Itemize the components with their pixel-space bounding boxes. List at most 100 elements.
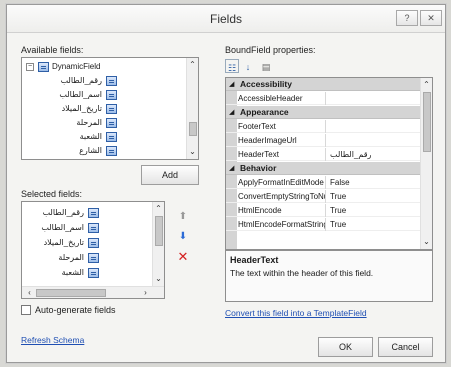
property-name: AccessibleHeader — [238, 92, 326, 105]
available-field-item[interactable]: الشعبة — [22, 130, 182, 144]
field-label: الشارع — [79, 146, 102, 155]
property-name: HeaderText — [238, 148, 326, 161]
field-icon — [106, 90, 117, 100]
field-icon — [88, 223, 99, 233]
field-label: الشعبة — [79, 132, 102, 141]
scroll-down-icon[interactable]: ⌄ — [187, 146, 198, 158]
selected-hscrollbar[interactable]: ‹ › — [22, 286, 164, 298]
property-row[interactable]: FooterText — [226, 120, 420, 133]
available-fields-tree[interactable]: − DynamicField رقم_الطالب اسم_الطالب تاريخ… — [21, 57, 199, 160]
available-scrollbar[interactable]: ⌃ ⌄ — [186, 58, 198, 159]
hscroll-thumb[interactable] — [36, 289, 106, 297]
collapse-arrow-icon[interactable]: ◢ — [229, 106, 234, 119]
collapse-icon[interactable]: − — [26, 63, 34, 71]
property-name: ConvertEmptyStringToNull — [238, 190, 326, 203]
property-row[interactable]: ApplyFormatInEditMode False — [226, 176, 420, 189]
category-name: Appearance — [240, 107, 289, 117]
property-row[interactable]: ConvertEmptyStringToNull True — [226, 190, 420, 203]
property-value[interactable]: False — [330, 176, 350, 189]
scroll-down-icon[interactable]: ⌄ — [153, 273, 164, 285]
available-field-item[interactable]: المرحلة — [22, 116, 182, 130]
scroll-thumb[interactable] — [189, 122, 197, 136]
tree-root-label: DynamicField — [52, 62, 101, 71]
tree-root-item[interactable]: − DynamicField — [22, 60, 182, 74]
scroll-up-icon[interactable]: ⌃ — [187, 59, 198, 71]
move-up-icon[interactable]: ⬆ — [175, 209, 191, 225]
help-button[interactable]: ? — [396, 10, 418, 26]
collapse-arrow-icon[interactable]: ◢ — [229, 162, 234, 175]
field-icon — [106, 104, 117, 114]
description-title: HeaderText — [230, 255, 279, 265]
field-label: تاريخ_الميلاد — [61, 104, 102, 113]
add-button[interactable]: Add — [141, 165, 199, 185]
selected-fields-label: Selected fields: — [21, 189, 83, 199]
available-fields-label: Available fields: — [21, 45, 84, 55]
property-value[interactable]: رقم_الطالب — [330, 148, 371, 161]
property-category[interactable]: ◢ Behavior — [226, 162, 420, 175]
property-description: HeaderText The text within the header of… — [225, 250, 433, 302]
field-label: اسم_الطالب — [59, 90, 102, 99]
scroll-thumb[interactable] — [423, 92, 431, 152]
categorized-icon[interactable]: ☷ — [225, 59, 239, 73]
field-icon — [88, 268, 99, 278]
available-field-item[interactable]: رقم_الطالب — [22, 74, 182, 88]
scroll-right-icon[interactable]: › — [140, 287, 151, 298]
property-pages-icon[interactable]: ▤ — [259, 59, 273, 73]
property-value[interactable]: True — [330, 190, 346, 203]
selected-field-item[interactable]: الشعبة — [22, 266, 150, 280]
move-down-icon[interactable]: ⬇ — [175, 229, 191, 245]
available-field-item[interactable]: تاريخ_الميلاد — [22, 102, 182, 116]
selected-field-item[interactable]: اسم_الطالب — [22, 221, 150, 235]
selected-field-item[interactable]: المرحلة — [22, 251, 150, 265]
field-label: تاريخ_الميلاد — [43, 238, 84, 247]
scroll-up-icon[interactable]: ⌃ — [421, 79, 432, 91]
collapse-arrow-icon[interactable]: ◢ — [229, 78, 234, 91]
property-row[interactable]: HeaderImageUrl — [226, 134, 420, 147]
selected-fields-list[interactable]: رقم_الطالب اسم_الطالب تاريخ_الميلاد المرحلة… — [21, 201, 165, 299]
property-row[interactable]: AccessibleHeader — [226, 92, 420, 105]
cancel-button[interactable]: Cancel — [378, 337, 433, 357]
selected-field-item[interactable]: تاريخ_الميلاد — [22, 236, 150, 250]
ok-button[interactable]: OK — [318, 337, 373, 357]
field-label: الشعبة — [61, 268, 84, 277]
property-value[interactable]: True — [330, 204, 346, 217]
property-scrollbar[interactable]: ⌃ ⌄ — [420, 78, 432, 249]
scroll-down-icon[interactable]: ⌄ — [421, 236, 432, 248]
property-name: HtmlEncode — [238, 204, 326, 217]
scroll-left-icon[interactable]: ‹ — [24, 287, 35, 298]
delete-icon[interactable]: ✕ — [175, 249, 191, 265]
field-icon — [106, 132, 117, 142]
refresh-schema-link[interactable]: Refresh Schema — [21, 335, 84, 345]
fields-dialog: Fields ? ✕ Available fields: − DynamicFi… — [6, 4, 446, 363]
scroll-thumb[interactable] — [155, 216, 163, 246]
close-button[interactable]: ✕ — [420, 10, 442, 26]
table-icon — [38, 62, 49, 72]
description-text: The text within the header of this field… — [230, 268, 374, 278]
property-name: HeaderImageUrl — [238, 134, 326, 147]
field-label: رقم_الطالب — [60, 76, 102, 85]
category-name: Behavior — [240, 163, 277, 173]
dialog-title: Fields — [209, 12, 242, 26]
alphabetical-icon[interactable]: ↓ — [241, 59, 255, 73]
field-label: المرحلة — [76, 118, 102, 127]
selected-vscrollbar[interactable]: ⌃ ⌄ — [152, 202, 164, 286]
category-name: Accessibility — [240, 79, 292, 89]
field-icon — [106, 76, 117, 86]
scroll-up-icon[interactable]: ⌃ — [153, 203, 164, 215]
selected-field-item[interactable]: رقم_الطالب — [22, 206, 150, 220]
property-row[interactable]: HtmlEncodeFormatString True — [226, 218, 420, 231]
property-name: FooterText — [238, 120, 326, 133]
properties-label: BoundField properties: — [225, 45, 316, 55]
property-value[interactable]: True — [330, 218, 346, 231]
property-row[interactable]: HtmlEncode True — [226, 204, 420, 217]
field-icon — [106, 118, 117, 128]
property-category[interactable]: ◢ Accessibility — [226, 78, 420, 91]
property-category[interactable]: ◢ Appearance — [226, 106, 420, 119]
available-field-item[interactable]: الشارع — [22, 144, 182, 158]
property-row[interactable]: HeaderText رقم_الطالب — [226, 148, 420, 161]
auto-generate-checkbox[interactable] — [21, 305, 31, 315]
convert-templatefield-link[interactable]: Convert this field into a TemplateField — [225, 308, 367, 318]
property-grid[interactable]: ◢ Accessibility AccessibleHeader ◢ Appearanc… — [225, 77, 433, 250]
field-icon — [106, 146, 117, 156]
available-field-item[interactable]: اسم_الطالب — [22, 88, 182, 102]
